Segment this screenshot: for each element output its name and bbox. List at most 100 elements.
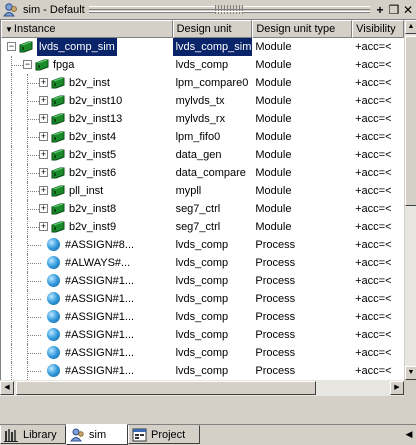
horizontal-scrollbar[interactable]: ◀ ▶ bbox=[0, 380, 404, 396]
instance-cell[interactable]: + b2v_inst10 bbox=[1, 92, 173, 110]
table-row[interactable]: + b2v_inst4 lpm_fifo0 Module +acc=< bbox=[1, 128, 404, 146]
tab-project-label: Project bbox=[151, 428, 186, 441]
scroll-down-arrow-icon[interactable]: ▼ bbox=[405, 366, 416, 380]
design-unit-type-cell: Module bbox=[255, 77, 292, 89]
panel-title-bar[interactable]: sim - Default + ❒ ✕ bbox=[0, 0, 416, 20]
scroll-left-arrow-icon[interactable]: ◀ bbox=[0, 381, 14, 395]
table-row[interactable]: #ASSIGN#1... lvds_comp Process +acc=< bbox=[1, 308, 404, 326]
design-unit-cell: seg7_ctrl bbox=[175, 203, 221, 215]
design-unit-cell: lvds_comp bbox=[175, 293, 229, 305]
instance-cell[interactable]: #ASSIGN#1... bbox=[1, 308, 173, 326]
table-row[interactable]: #ASSIGN#1... lvds_comp Process +acc=< bbox=[1, 272, 404, 290]
instance-cell[interactable]: + b2v_inst bbox=[1, 74, 173, 92]
table-row[interactable]: #ALWAYS#... lvds_comp Process +acc=< bbox=[1, 254, 404, 272]
scroll-right-arrow-icon[interactable]: ▶ bbox=[390, 381, 404, 395]
table-row[interactable]: + b2v_inst6 data_compare Module +acc=< bbox=[1, 164, 404, 182]
expand-icon[interactable]: + bbox=[39, 204, 48, 213]
visibility-cell: +acc=< bbox=[355, 113, 392, 125]
design-unit-cell: lvds_comp bbox=[175, 275, 229, 287]
drag-grip[interactable] bbox=[88, 5, 371, 14]
tree-line bbox=[11, 362, 12, 380]
instance-name: b2v_inst4 bbox=[69, 131, 117, 143]
instance-name: #ASSIGN#8... bbox=[65, 239, 135, 251]
design-unit-cell: lvds_comp_sim bbox=[172, 38, 253, 56]
table-row[interactable]: + b2v_inst8 seg7_ctrl Module +acc=< bbox=[1, 200, 404, 218]
collapse-icon[interactable]: − bbox=[7, 42, 16, 51]
column-header-design-unit-type[interactable]: Design unit type bbox=[252, 20, 353, 38]
tree-line bbox=[27, 263, 41, 264]
process-icon bbox=[47, 292, 60, 305]
horizontal-scroll-thumb[interactable] bbox=[16, 381, 316, 395]
tab-library-label: Library bbox=[23, 428, 57, 441]
module-icon bbox=[51, 77, 65, 89]
expand-icon[interactable]: + bbox=[39, 222, 48, 231]
table-header: ▼Instance Design unit Design unit type V… bbox=[1, 20, 404, 38]
collapse-icon[interactable]: − bbox=[23, 60, 32, 69]
instance-cell[interactable]: #ALWAYS#... bbox=[1, 254, 173, 272]
design-unit-type-cell: Process bbox=[255, 329, 296, 341]
design-unit-cell: lvds_comp bbox=[175, 347, 229, 359]
instance-cell[interactable]: #ASSIGN#1... bbox=[1, 290, 173, 308]
instance-cell[interactable]: − lvds_comp_sim bbox=[1, 38, 173, 56]
close-icon[interactable]: ✕ bbox=[402, 3, 414, 17]
vertical-scroll-thumb[interactable] bbox=[405, 36, 416, 206]
table-row[interactable]: #ASSIGN#1... lvds_comp Process +acc=< bbox=[1, 326, 404, 344]
undock-icon[interactable]: ❒ bbox=[388, 3, 400, 17]
tree-line bbox=[11, 92, 12, 110]
scrollbar-corner bbox=[404, 380, 416, 396]
instance-cell[interactable]: + pll_inst bbox=[1, 182, 173, 200]
instance-cell[interactable]: #ASSIGN#1... bbox=[1, 326, 173, 344]
expand-icon[interactable]: + bbox=[39, 168, 48, 177]
add-icon[interactable]: + bbox=[374, 3, 386, 17]
table-row[interactable]: #ASSIGN#1... lvds_comp Process +acc=< bbox=[1, 290, 404, 308]
instance-cell[interactable]: + b2v_inst9 bbox=[1, 218, 173, 236]
expand-icon[interactable]: + bbox=[39, 96, 48, 105]
table-row[interactable]: + b2v_inst9 seg7_ctrl Module +acc=< bbox=[1, 218, 404, 236]
instance-cell[interactable]: #ASSIGN#1... bbox=[1, 272, 173, 290]
instance-cell[interactable]: + b2v_inst4 bbox=[1, 128, 173, 146]
tab-project[interactable]: Project bbox=[128, 425, 200, 444]
visibility-cell: +acc=< bbox=[355, 257, 392, 269]
table-row[interactable]: + b2v_inst13 mylvds_rx Module +acc=< bbox=[1, 110, 404, 128]
vertical-scrollbar[interactable]: ▲ ▼ bbox=[404, 20, 416, 380]
table-row[interactable]: − fpga lvds_comp Module +acc=< bbox=[1, 56, 404, 74]
instance-cell[interactable]: + b2v_inst5 bbox=[1, 146, 173, 164]
table-row[interactable]: − lvds_comp_sim lvds_comp_sim Module +acc=< bbox=[1, 38, 404, 56]
column-header-design-unit[interactable]: Design unit bbox=[172, 20, 253, 38]
sort-down-icon: ▼ bbox=[5, 25, 13, 34]
expand-icon[interactable]: + bbox=[39, 114, 48, 123]
table-row[interactable]: #ASSIGN#1... lvds_comp Process +acc=< bbox=[1, 362, 404, 380]
table-row[interactable]: #ASSIGN#8... lvds_comp Process +acc=< bbox=[1, 236, 404, 254]
instance-cell[interactable]: − fpga bbox=[1, 56, 173, 74]
visibility-cell: +acc=< bbox=[355, 59, 392, 71]
table-row[interactable]: + b2v_inst lpm_compare0 Module +acc=< bbox=[1, 74, 404, 92]
scroll-up-arrow-icon[interactable]: ▲ bbox=[405, 20, 416, 34]
instance-name: b2v_inst5 bbox=[69, 149, 117, 161]
tab-sim[interactable]: sim bbox=[66, 424, 128, 445]
expand-icon[interactable]: + bbox=[39, 132, 48, 141]
design-unit-cell: lpm_fifo0 bbox=[175, 131, 221, 143]
design-unit-cell: lvds_comp bbox=[175, 311, 229, 323]
table-row[interactable]: + pll_inst mypll Module +acc=< bbox=[1, 182, 404, 200]
instance-cell[interactable]: + b2v_inst13 bbox=[1, 110, 173, 128]
table-row[interactable]: #ASSIGN#1... lvds_comp Process +acc=< bbox=[1, 344, 404, 362]
instance-cell[interactable]: + b2v_inst8 bbox=[1, 200, 173, 218]
instance-cell[interactable]: #ASSIGN#8... bbox=[1, 236, 173, 254]
column-header-visibility[interactable]: Visibility bbox=[352, 20, 404, 38]
design-unit-cell: mylvds_rx bbox=[175, 113, 226, 125]
expand-icon[interactable]: + bbox=[39, 78, 48, 87]
expand-icon[interactable]: + bbox=[39, 186, 48, 195]
expand-icon[interactable]: + bbox=[39, 150, 48, 159]
instance-cell[interactable]: #ASSIGN#1... bbox=[1, 362, 173, 380]
table-row[interactable]: + b2v_inst5 data_gen Module +acc=< bbox=[1, 146, 404, 164]
column-header-instance[interactable]: ▼Instance bbox=[1, 20, 173, 38]
instance-cell[interactable]: + b2v_inst6 bbox=[1, 164, 173, 182]
tab-scroll-left-icon[interactable]: ◀ bbox=[402, 428, 416, 442]
table-row[interactable]: + b2v_inst10 mylvds_tx Module +acc=< bbox=[1, 92, 404, 110]
tree-line bbox=[27, 281, 41, 282]
visibility-cell: +acc=< bbox=[355, 365, 392, 377]
panel-title: sim - Default bbox=[23, 3, 85, 16]
project-icon bbox=[132, 428, 148, 442]
instance-cell[interactable]: #ASSIGN#1... bbox=[1, 344, 173, 362]
tab-library[interactable]: Library bbox=[0, 425, 66, 444]
